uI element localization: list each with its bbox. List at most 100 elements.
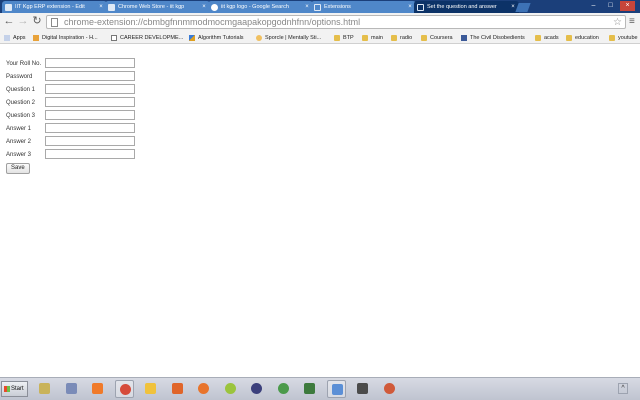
- taskbar-app-matlab[interactable]: [168, 380, 187, 398]
- taskbar-app-sublime-text[interactable]: [353, 380, 372, 398]
- back-button[interactable]: ←: [3, 15, 15, 28]
- tab-label: Set the question and answer: [427, 4, 497, 10]
- bookmark-label: The Civil Disobedients: [470, 34, 525, 41]
- bookmark-algorithm-tutorials[interactable]: Algorithm Tutorials: [189, 32, 244, 43]
- bookmarks-bar: Apps Digital Inspiration - H... CAREER D…: [0, 31, 640, 44]
- chrome-icon: [120, 384, 131, 395]
- apps-grid-icon: [4, 34, 10, 41]
- bookmark-folder-main[interactable]: main: [362, 32, 383, 43]
- taskbar-app-paint[interactable]: [141, 380, 160, 398]
- maximize-button[interactable]: □: [603, 1, 618, 11]
- show-hidden-icons-button[interactable]: ^: [618, 383, 628, 394]
- start-button[interactable]: Start: [1, 381, 28, 397]
- taskbar-app-apps-grid[interactable]: [62, 380, 81, 398]
- save-button[interactable]: Save: [6, 163, 30, 174]
- taskbar-app-firefox[interactable]: [194, 380, 213, 398]
- bookmark-folder-acads[interactable]: acads: [535, 32, 559, 43]
- taskbar-app-eclipse[interactable]: [247, 380, 266, 398]
- folder-icon: [334, 34, 340, 41]
- bookmark-career-development[interactable]: CAREER DEVELOPME...: [111, 32, 183, 43]
- bookmark-civil-disobedients[interactable]: The Civil Disobedients: [461, 32, 525, 43]
- taskbar: Start ^: [0, 377, 640, 400]
- windows-logo-icon: [4, 386, 10, 392]
- tab-set-question-answer[interactable]: Set the question and answer ×: [414, 1, 519, 13]
- question-2-input[interactable]: [45, 97, 135, 107]
- taskbar-app-file-manager[interactable]: [35, 380, 54, 398]
- question-1-input[interactable]: [45, 84, 135, 94]
- algorithm-icon: [189, 34, 195, 41]
- search-tool-icon: [384, 383, 395, 394]
- close-tab-icon[interactable]: ×: [201, 4, 207, 10]
- new-tab-button[interactable]: [515, 3, 531, 12]
- sporcle-icon: [256, 34, 262, 41]
- apps-grid-icon: [66, 383, 77, 394]
- bookmark-label: radio: [400, 34, 413, 41]
- folder-icon: [391, 34, 397, 41]
- tab-label: Chrome Web Store - iit kgp: [118, 4, 185, 10]
- bookmark-label: Apps: [13, 34, 26, 41]
- bookmark-label: Algorithm Tutorials: [198, 34, 244, 41]
- page-icon: [51, 18, 58, 27]
- tab-iit-kgp-erp-extension[interactable]: IIT Kgp ERP extension - Edit ×: [2, 1, 107, 13]
- tab-label: IIT Kgp ERP extension - Edit: [15, 4, 85, 10]
- bookmark-star-icon[interactable]: ☆: [613, 16, 622, 29]
- taskbar-app-search-tool[interactable]: [380, 380, 399, 398]
- forward-button[interactable]: →: [17, 15, 29, 28]
- close-tab-icon[interactable]: ×: [304, 4, 310, 10]
- bookmark-label: BTP: [343, 34, 354, 41]
- bookmark-label: youtube: [618, 34, 638, 41]
- folder-icon: [566, 34, 572, 41]
- sublime-text-icon: [357, 383, 368, 394]
- close-tab-icon[interactable]: ×: [98, 4, 104, 10]
- bookmark-label: acads: [544, 34, 559, 41]
- minimize-button[interactable]: –: [586, 1, 601, 11]
- browser-toolbar: ← → ↻ chrome-extension://cbmbgfnnmmodmoc…: [0, 13, 640, 31]
- password-input[interactable]: [45, 71, 135, 81]
- bookmark-sporcle[interactable]: Sporcle | Mentally Sti...: [256, 32, 321, 43]
- web-store-icon: [108, 3, 115, 11]
- bookmark-apps[interactable]: Apps: [4, 32, 26, 43]
- taskbar-app-pidgin[interactable]: [221, 380, 240, 398]
- tab-google-search[interactable]: iit kgp logo - Google Search ×: [208, 1, 313, 13]
- taskbar-app-globe[interactable]: [274, 380, 293, 398]
- bookmark-folder-radio[interactable]: radio: [391, 32, 412, 43]
- tab-extensions[interactable]: Extensions ×: [311, 1, 416, 13]
- answer-2-input[interactable]: [45, 136, 135, 146]
- taskbar-app-xampp[interactable]: [88, 380, 107, 398]
- chrome-menu-button[interactable]: ≡: [629, 16, 635, 27]
- globe-icon: [278, 383, 289, 394]
- google-icon: [211, 3, 218, 11]
- pidgin-icon: [225, 383, 236, 394]
- folder-icon: [362, 34, 368, 41]
- bookmark-folder-coursera[interactable]: Coursera: [421, 32, 453, 43]
- answer-3-label: Answer 3: [6, 152, 32, 158]
- close-tab-icon[interactable]: ×: [407, 4, 413, 10]
- question-2-label: Question 2: [6, 100, 36, 106]
- taskbar-app-chrome[interactable]: [115, 380, 134, 398]
- question-3-input[interactable]: [45, 110, 135, 120]
- reload-button[interactable]: ↻: [31, 15, 43, 28]
- bookmark-folder-btp[interactable]: BTP: [334, 32, 354, 43]
- taskbar-app-media-player[interactable]: [327, 380, 346, 398]
- firefox-icon: [198, 383, 209, 394]
- close-window-button[interactable]: ×: [620, 1, 635, 11]
- bookmark-folder-youtube[interactable]: youtube: [609, 32, 638, 43]
- media-player-icon: [332, 384, 343, 395]
- answer-2-label: Answer 2: [6, 139, 32, 145]
- blank-page-icon: [314, 3, 321, 11]
- answer-3-input[interactable]: [45, 149, 135, 159]
- answer-1-label: Answer 1: [6, 126, 32, 132]
- address-bar[interactable]: chrome-extension://cbmbgfnnmmodmocmgaapa…: [46, 15, 626, 29]
- bookmark-label: education: [575, 34, 599, 41]
- answer-1-input[interactable]: [45, 123, 135, 133]
- bookmark-label: main: [371, 34, 383, 41]
- tab-chrome-web-store[interactable]: Chrome Web Store - iit kgp ×: [105, 1, 210, 13]
- roll-no-input[interactable]: [45, 58, 135, 68]
- file-manager-icon: [39, 383, 50, 394]
- taskbar-app-terminal[interactable]: [300, 380, 319, 398]
- tab-strip: IIT Kgp ERP extension - Edit × Chrome We…: [0, 0, 640, 13]
- bookmark-label: Sporcle | Mentally Sti...: [265, 34, 322, 41]
- bookmark-folder-education[interactable]: education: [566, 32, 599, 43]
- bookmark-digital-inspiration[interactable]: Digital Inspiration - H...: [33, 32, 98, 43]
- xampp-icon: [92, 383, 103, 394]
